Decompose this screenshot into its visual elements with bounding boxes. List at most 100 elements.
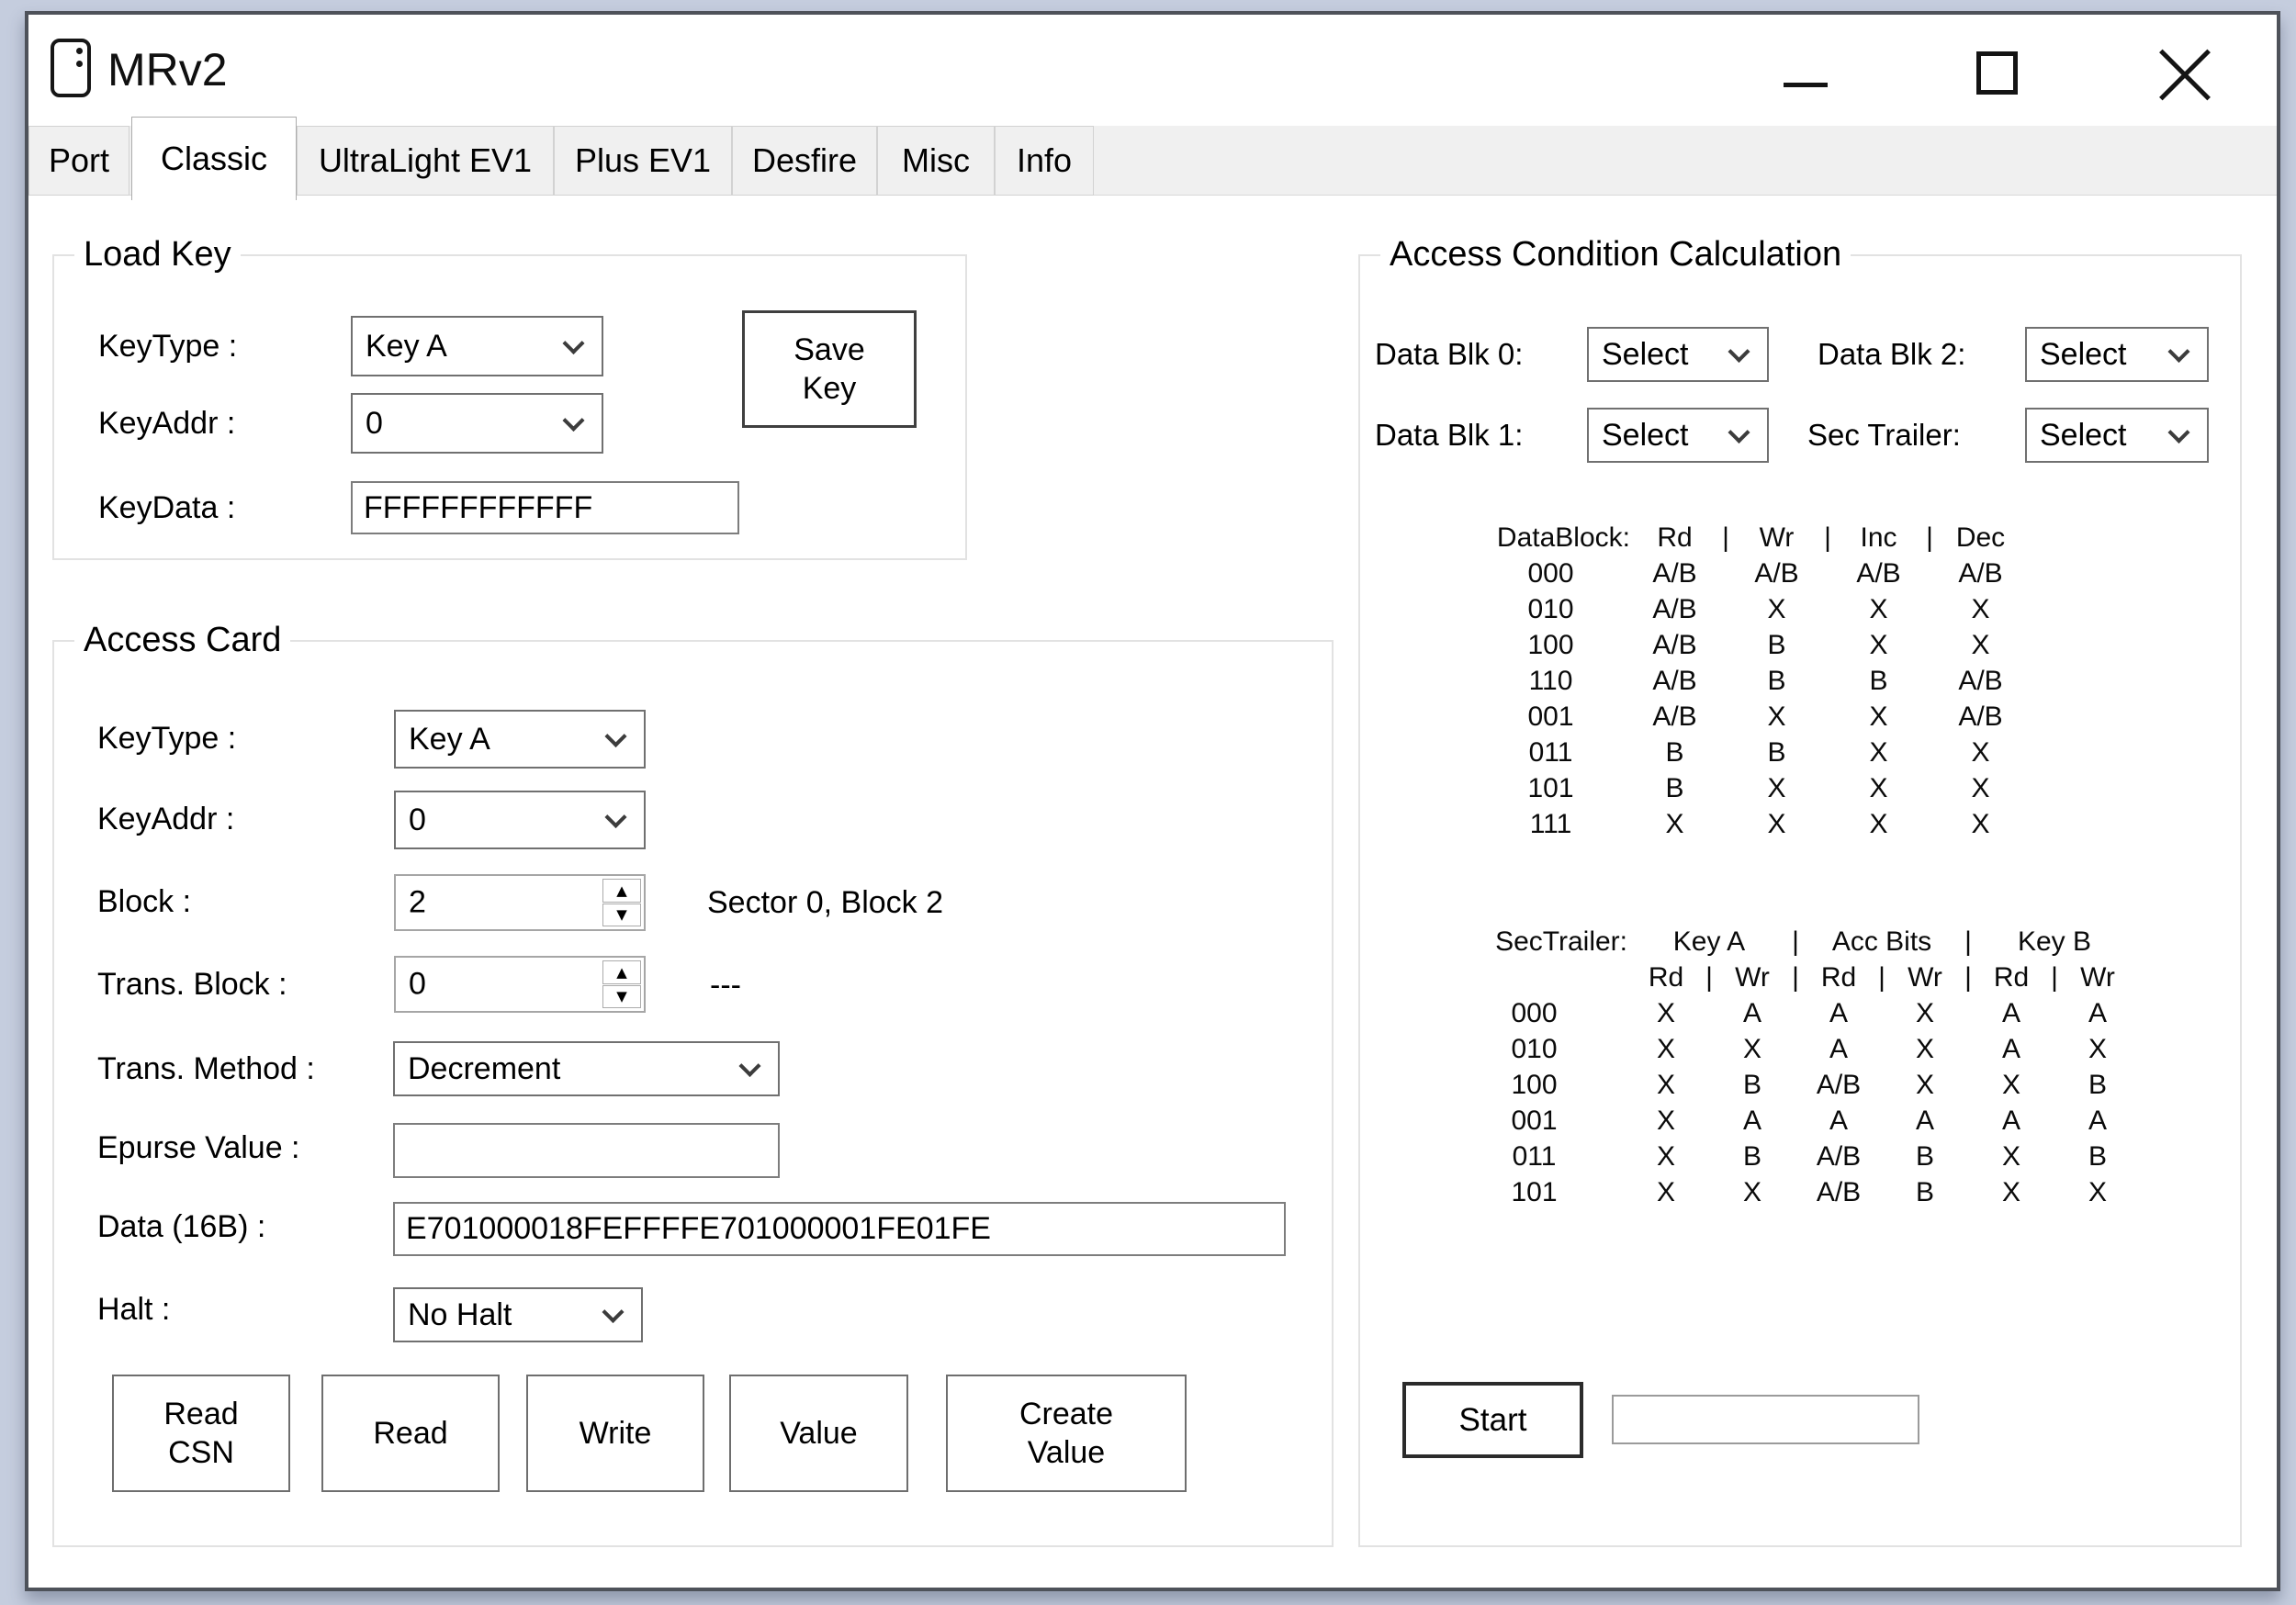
maximize-button[interactable] <box>1941 15 2052 126</box>
card-keytype-select[interactable]: Key A <box>394 710 646 769</box>
chevron-down-icon <box>2167 341 2189 363</box>
table-cell: A/B <box>1806 1174 1872 1210</box>
table-cell: A/B <box>1806 1139 1872 1174</box>
trans-method-label: Trans. Method : <box>97 1049 315 1088</box>
read-csn-button[interactable]: Read CSN <box>112 1375 290 1492</box>
tab-bar: Port Classic UltraLight EV1 Plus EV1 Des… <box>28 126 2277 196</box>
tab-desfire[interactable]: Desfire <box>732 126 877 196</box>
table-cell: B <box>1636 735 1714 770</box>
table-cell: X <box>1738 699 1816 735</box>
table-cell: X <box>2065 1174 2131 1210</box>
tab-port[interactable]: Port <box>28 126 129 196</box>
sectrailer-table-header-groups: SecTrailer: Key A | Acc Bits | Key B <box>1435 924 2131 960</box>
halt-select[interactable]: No Halt <box>393 1287 643 1342</box>
table-cell: A <box>1719 995 1785 1031</box>
spin-down-button[interactable]: ▼ <box>602 985 641 1009</box>
app-icon[interactable] <box>51 39 91 97</box>
data-blk2-value: Select <box>2027 337 2127 373</box>
sectrailer-table-header-subcols: Rd | Wr | Rd | Wr | Rd | Wr <box>1435 960 2131 995</box>
tab-info[interactable]: Info <box>995 126 1094 196</box>
block-info-text: Sector 0, Block 2 <box>707 883 943 922</box>
epurse-input[interactable] <box>393 1123 780 1178</box>
app-icon-dot <box>76 61 83 67</box>
data-blk2-select[interactable]: Select <box>2025 327 2209 382</box>
trans-block-info-text: --- <box>710 966 741 1005</box>
chevron-down-icon <box>1728 421 1750 443</box>
sec-trailer-label: Sec Trailer: <box>1807 416 1961 455</box>
start-button[interactable]: Start <box>1402 1382 1583 1458</box>
load-keyaddr-select[interactable]: 0 <box>351 393 603 454</box>
access-condition-group: Access Condition Calculation Data Blk 0:… <box>1358 254 2242 1547</box>
table-cell: X <box>1633 1139 1699 1174</box>
table-cell: X <box>1892 995 1958 1031</box>
table-cell: 001 <box>1435 1103 1633 1139</box>
create-value-button[interactable]: Create Value <box>946 1375 1187 1492</box>
table-cell: A/B <box>1941 663 2020 699</box>
table-cell: X <box>1633 1031 1699 1067</box>
spin-up-button[interactable]: ▲ <box>602 960 641 984</box>
up-arrow-icon: ▲ <box>616 882 627 899</box>
spin-up-button[interactable]: ▲ <box>602 879 641 903</box>
load-keytype-select[interactable]: Key A <box>351 316 603 376</box>
table-cell: 100 <box>1435 1067 1633 1103</box>
spin-down-button[interactable]: ▼ <box>602 904 641 927</box>
close-button[interactable] <box>2127 15 2237 126</box>
table-cell: 011 <box>1435 1139 1633 1174</box>
table-cell: X <box>1840 627 1918 663</box>
card-keyaddr-select[interactable]: 0 <box>394 791 646 849</box>
tab-ultralight-ev1[interactable]: UltraLight EV1 <box>297 126 554 196</box>
app-window: MRv2 Port Classic UltraLight EV1 Plus EV… <box>25 11 2280 1591</box>
data-blk0-select[interactable]: Select <box>1587 327 1769 382</box>
table-cell: B <box>2065 1067 2131 1103</box>
table-row: 101XXA/BBXX <box>1435 1174 2131 1210</box>
chevron-down-icon <box>604 806 626 828</box>
table-cell: B <box>1892 1139 1958 1174</box>
table-cell: B <box>1892 1174 1958 1210</box>
table-cell: A/B <box>1941 699 2020 735</box>
data-blk0-value: Select <box>1589 337 1689 373</box>
table-cell: B <box>1636 770 1714 806</box>
read-button[interactable]: Read <box>321 1375 500 1492</box>
trans-block-value: 0 <box>409 967 426 1003</box>
table-cell: 000 <box>1435 995 1633 1031</box>
table-cell: X <box>1738 591 1816 627</box>
chevron-down-icon <box>562 410 584 432</box>
load-keytype-label: KeyType : <box>98 327 237 365</box>
data16b-input[interactable] <box>393 1202 1286 1256</box>
tab-plus-ev1[interactable]: Plus EV1 <box>554 126 732 196</box>
tab-misc[interactable]: Misc <box>877 126 995 196</box>
table-cell: X <box>1840 770 1918 806</box>
trans-block-spinner[interactable]: 0 ▲ ▼ <box>394 956 646 1013</box>
table-cell: X <box>1978 1067 2044 1103</box>
write-button[interactable]: Write <box>526 1375 704 1492</box>
table-cell: B <box>1738 735 1816 770</box>
block-label: Block : <box>97 882 191 921</box>
save-key-button[interactable]: Save Key <box>742 310 917 428</box>
table-cell: 101 <box>1466 770 1636 806</box>
data-blk2-label: Data Blk 2: <box>1818 335 1965 374</box>
table-cell: X <box>1840 806 1918 842</box>
chevron-down-icon <box>2167 421 2189 443</box>
load-keydata-input[interactable] <box>351 481 739 534</box>
load-keytype-value: Key A <box>353 329 447 365</box>
tab-classic[interactable]: Classic <box>131 117 297 200</box>
trans-method-select[interactable]: Decrement <box>393 1041 780 1096</box>
table-cell: X <box>2065 1031 2131 1067</box>
data-blk1-select[interactable]: Select <box>1587 408 1769 463</box>
maximize-icon <box>1976 51 2018 95</box>
table-cell: B <box>2065 1139 2131 1174</box>
table-cell: 010 <box>1435 1031 1633 1067</box>
block-spinner[interactable]: 2 ▲ ▼ <box>394 874 646 931</box>
table-row: 100A/BBXX <box>1466 627 2020 663</box>
table-cell: 011 <box>1466 735 1636 770</box>
table-cell: A <box>1806 995 1872 1031</box>
load-keyaddr-value: 0 <box>353 406 383 442</box>
table-cell: A <box>1806 1031 1872 1067</box>
table-row: 000XAAXAA <box>1435 995 2131 1031</box>
data-blk1-label: Data Blk 1: <box>1375 416 1523 455</box>
result-input[interactable] <box>1612 1395 1919 1444</box>
minimize-button[interactable] <box>1750 15 1861 126</box>
table-row: 111XXXX <box>1466 806 2020 842</box>
value-button[interactable]: Value <box>729 1375 908 1492</box>
sec-trailer-select[interactable]: Select <box>2025 408 2209 463</box>
